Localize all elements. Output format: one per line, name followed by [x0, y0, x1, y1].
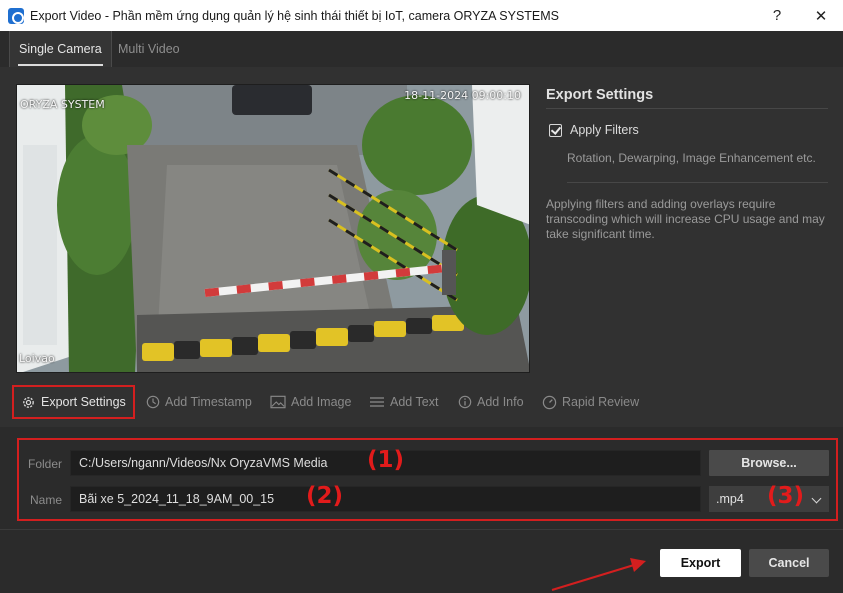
- toolbar-add-image-label: Add Image: [291, 395, 352, 409]
- filters-description: Rotation, Dewarping, Image Enhancement e…: [567, 151, 828, 183]
- app-logo-icon: [8, 7, 24, 24]
- main-panel: ORYZA SYSTEM 18-11-2024 09:00:10 Loivao …: [0, 67, 843, 427]
- annotation-marker-1: (1): [367, 447, 405, 473]
- export-settings-panel: Export Settings Apply Filters Rotation, …: [546, 87, 828, 242]
- export-button[interactable]: Export: [660, 549, 741, 577]
- annotation-marker-3: (3): [767, 483, 805, 509]
- speed-gauge-icon: [542, 395, 557, 409]
- info-icon: [458, 395, 472, 409]
- dialog-footer: Export Cancel: [0, 529, 843, 593]
- toolbar-add-text[interactable]: Add Text: [369, 387, 438, 417]
- name-label: Name: [30, 493, 63, 507]
- annotation-arrow-icon: [551, 558, 646, 592]
- toolbar-rapid-review[interactable]: Rapid Review: [542, 387, 639, 417]
- camera-name-overlay: ORYZA SYSTEM: [20, 98, 105, 111]
- output-form: Folder C:/Users/ngann/Videos/Nx OryzaVMS…: [0, 427, 843, 529]
- tab-bar: Single Camera Multi Video: [0, 31, 843, 67]
- image-icon: [270, 395, 286, 409]
- annotation-marker-2: (2): [306, 483, 344, 509]
- apply-filters-checkbox-row[interactable]: Apply Filters: [546, 123, 828, 137]
- export-toolbar: Export Settings Add Timestamp Add Image …: [0, 385, 843, 419]
- window-title: Export Video - Phần mềm ứng dụng quản lý…: [30, 8, 560, 23]
- corner-label-overlay: Loivao: [19, 352, 55, 365]
- toolbar-export-settings[interactable]: Export Settings: [12, 385, 135, 419]
- settings-heading: Export Settings: [546, 87, 828, 109]
- camera-frame-image: [17, 85, 529, 372]
- timestamp-overlay: 18-11-2024 09:00:10: [404, 89, 521, 102]
- window-titlebar: Export Video - Phần mềm ứng dụng quản lý…: [0, 0, 843, 31]
- toolbar-add-info-label: Add Info: [477, 395, 524, 409]
- cancel-button[interactable]: Cancel: [749, 549, 829, 577]
- help-button[interactable]: ?: [755, 0, 799, 31]
- toolbar-add-info[interactable]: Add Info: [458, 387, 524, 417]
- chevron-down-icon: [811, 493, 822, 504]
- folder-label: Folder: [28, 457, 63, 471]
- toolbar-add-timestamp-label: Add Timestamp: [165, 395, 252, 409]
- clock-icon: [146, 395, 160, 409]
- browse-button[interactable]: Browse...: [709, 450, 829, 476]
- close-button[interactable]: ✕: [799, 0, 843, 31]
- text-lines-icon: [370, 397, 384, 407]
- transcoding-note: Applying filters and adding overlays req…: [546, 197, 825, 241]
- tab-multi-video[interactable]: Multi Video: [109, 31, 189, 67]
- toolbar-add-timestamp[interactable]: Add Timestamp: [146, 387, 252, 417]
- toolbar-rapid-review-label: Rapid Review: [562, 395, 640, 409]
- apply-filters-checkbox[interactable]: [549, 123, 562, 137]
- gear-icon: [23, 396, 34, 408]
- video-preview: ORYZA SYSTEM 18-11-2024 09:00:10 Loivao: [16, 84, 530, 373]
- apply-filters-label: Apply Filters: [570, 123, 639, 137]
- toolbar-add-image[interactable]: Add Image: [270, 387, 351, 417]
- format-select-value: .mp4: [716, 492, 744, 506]
- file-name-input[interactable]: Bãi xe 5_2024_11_18_9AM_00_15: [70, 486, 701, 512]
- toolbar-export-settings-label: Export Settings: [41, 395, 126, 409]
- tab-single-camera[interactable]: Single Camera: [9, 31, 112, 67]
- toolbar-add-text-label: Add Text: [390, 395, 439, 409]
